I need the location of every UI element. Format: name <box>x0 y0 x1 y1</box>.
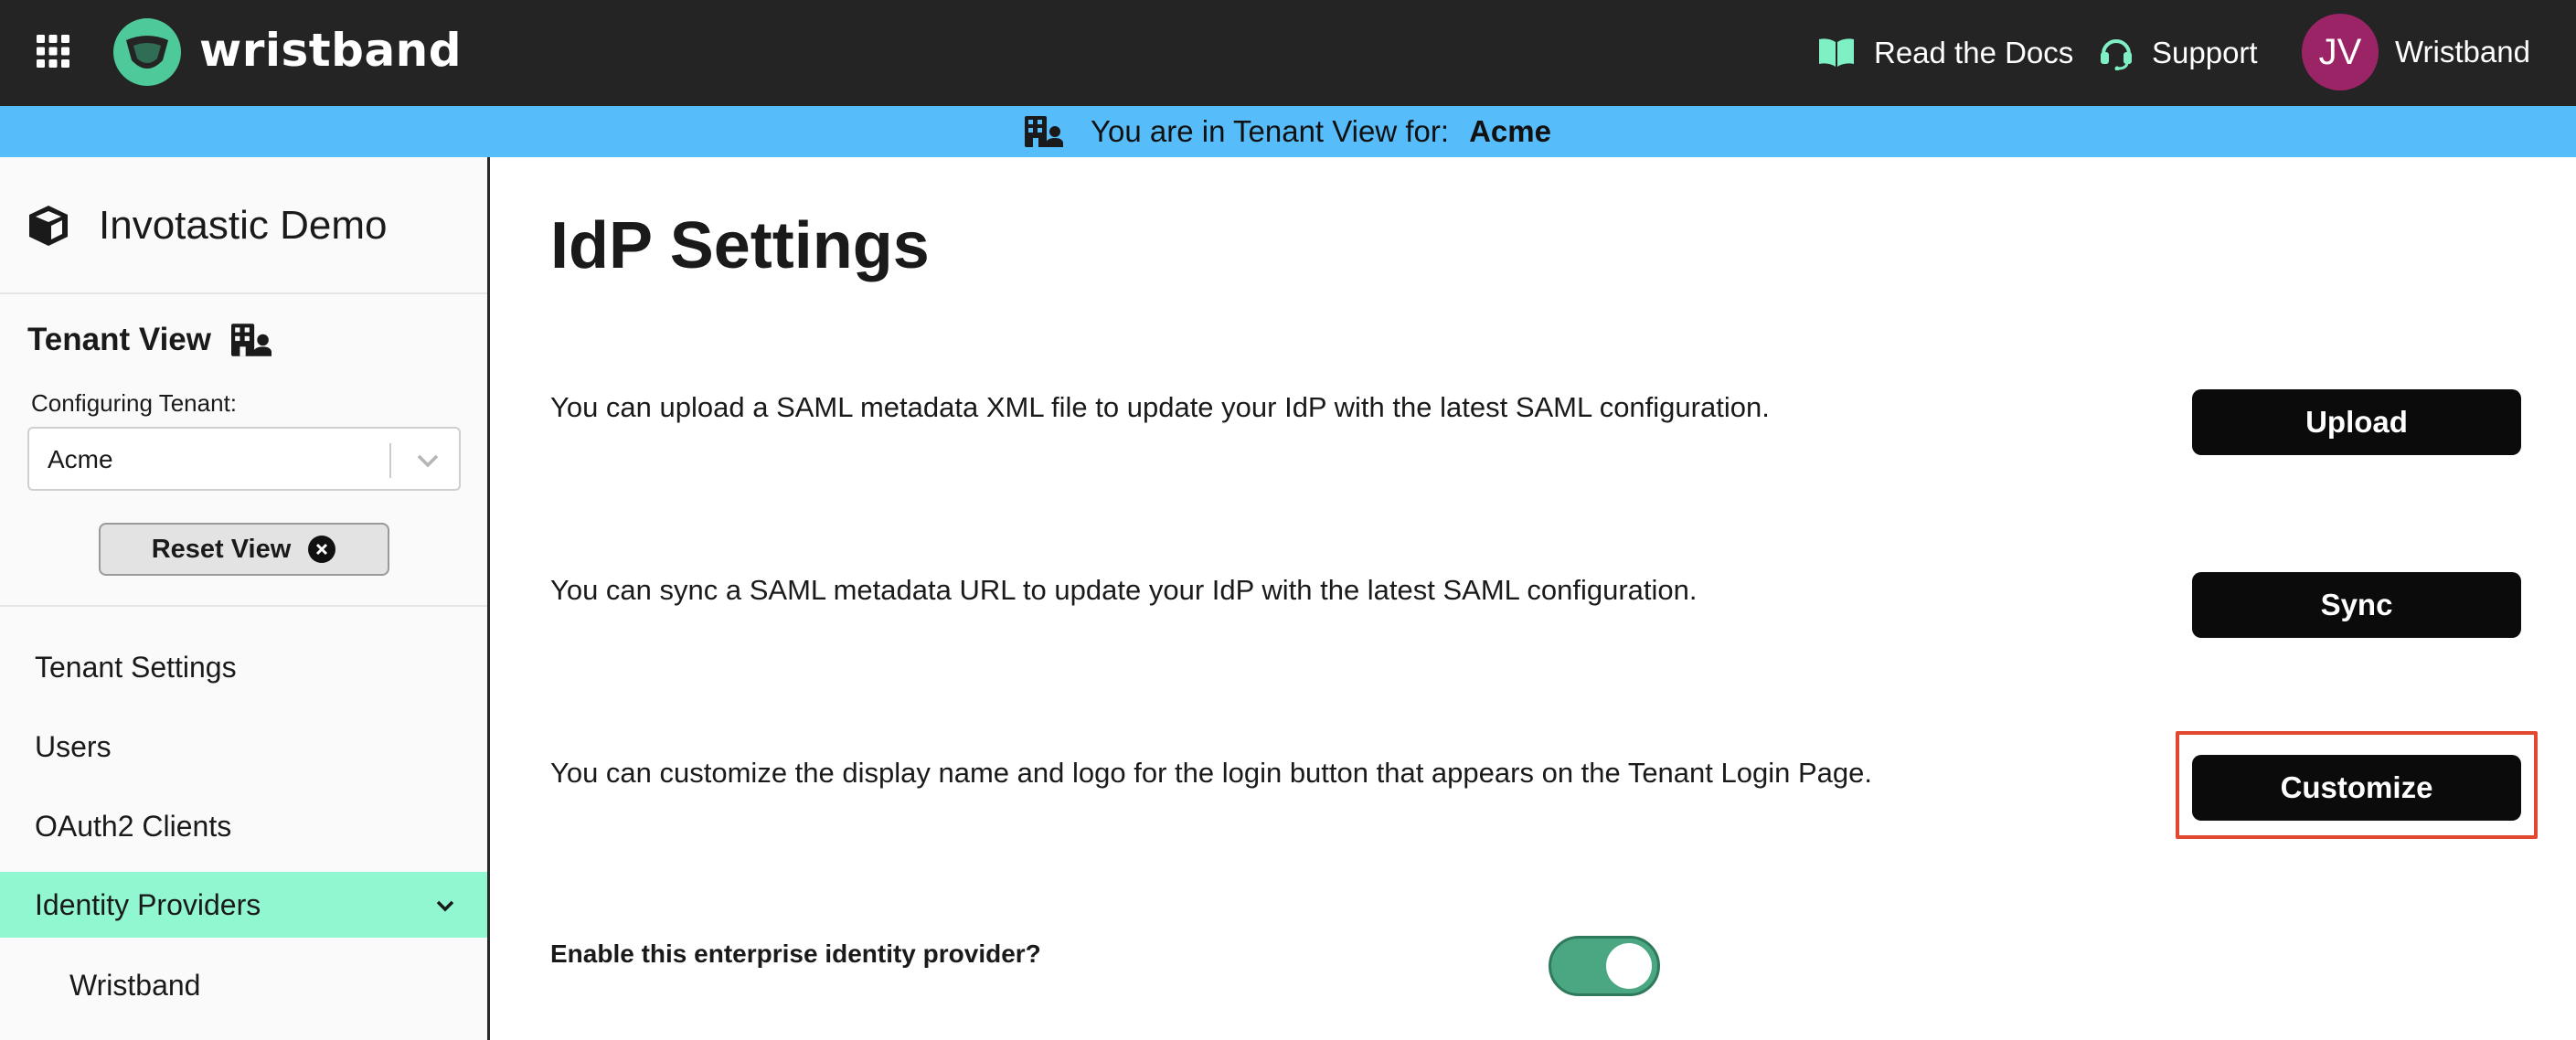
top-bar: wristband Read the Docs Support JV Wrist… <box>0 0 2576 106</box>
sync-description: You can sync a SAML metadata URL to upda… <box>550 574 1698 606</box>
support-label: Support <box>2152 36 2258 69</box>
user-menu[interactable]: JV Wristband <box>2302 13 2530 91</box>
select-separator <box>389 443 391 478</box>
sidebar-divider <box>0 292 487 294</box>
sidebar-item-oauth2-clients[interactable]: OAuth2 Clients <box>0 793 487 859</box>
toggle-knob <box>1606 943 1652 989</box>
tenant-view-title: Tenant View <box>27 322 271 358</box>
sidebar: Invotastic Demo Tenant View Configuring … <box>0 157 490 1040</box>
enable-idp-toggle[interactable] <box>1549 936 1660 996</box>
tenant-view-label: Tenant View <box>27 322 211 357</box>
sidebar-item-label: Identity Providers <box>35 887 261 921</box>
close-circle-icon <box>308 536 336 563</box>
sidebar-item-label: Tenant Settings <box>35 650 237 684</box>
read-the-docs-label: Read the Docs <box>1874 36 2074 69</box>
banner-text: You are in Tenant View for: <box>1091 114 1450 148</box>
application-name: Invotastic Demo <box>27 203 387 249</box>
upload-description: You can upload a SAML metadata XML file … <box>550 391 1770 423</box>
building-user-icon <box>230 324 271 356</box>
sidebar-item-tenant-settings[interactable]: Tenant Settings <box>0 634 487 700</box>
chevron-down-icon <box>436 900 454 912</box>
banner-tenant-name: Acme <box>1469 114 1551 148</box>
chevron-down-icon[interactable] <box>415 449 441 472</box>
reset-view-label: Reset View <box>151 534 292 564</box>
brand-name: wristband <box>199 24 463 77</box>
enable-idp-label: Enable this enterprise identity provider… <box>550 939 1041 968</box>
customize-description: You can customize the display name and l… <box>550 757 1872 789</box>
wristband-logo-icon <box>113 18 181 86</box>
tenant-view-banner: You are in Tenant View for: Acme <box>0 106 2576 157</box>
support-link[interactable]: Support <box>2099 0 2258 106</box>
sidebar-item-label: Users <box>35 729 112 763</box>
sidebar-item-identity-providers[interactable]: Identity Providers <box>0 872 487 938</box>
sidebar-item-users[interactable]: Users <box>0 714 487 780</box>
application-name-label: Invotastic Demo <box>99 203 388 248</box>
app-grid-icon[interactable] <box>37 35 69 68</box>
book-icon <box>1819 38 1854 67</box>
user-name: Wristband <box>2395 35 2530 69</box>
tenant-select-value: Acme <box>48 445 113 473</box>
sidebar-subitem-wristband[interactable]: Wristband <box>0 952 487 1018</box>
building-user-icon <box>1025 116 1064 147</box>
reset-view-button[interactable]: Reset View <box>99 523 389 576</box>
sync-button[interactable]: Sync <box>2192 572 2521 638</box>
configuring-tenant-label: Configuring Tenant: <box>31 389 238 417</box>
page-title: IdP Settings <box>550 209 930 282</box>
read-the-docs-link[interactable]: Read the Docs <box>1817 0 2073 106</box>
avatar: JV <box>2302 14 2379 90</box>
sidebar-divider <box>0 605 487 607</box>
sidebar-item-label: Wristband <box>69 968 201 1002</box>
cube-icon <box>29 206 68 246</box>
headset-icon <box>2101 39 2132 70</box>
customize-button[interactable]: Customize <box>2192 755 2521 821</box>
sidebar-item-label: OAuth2 Clients <box>35 809 232 843</box>
tenant-select[interactable]: Acme <box>27 427 461 491</box>
upload-button[interactable]: Upload <box>2192 389 2521 455</box>
